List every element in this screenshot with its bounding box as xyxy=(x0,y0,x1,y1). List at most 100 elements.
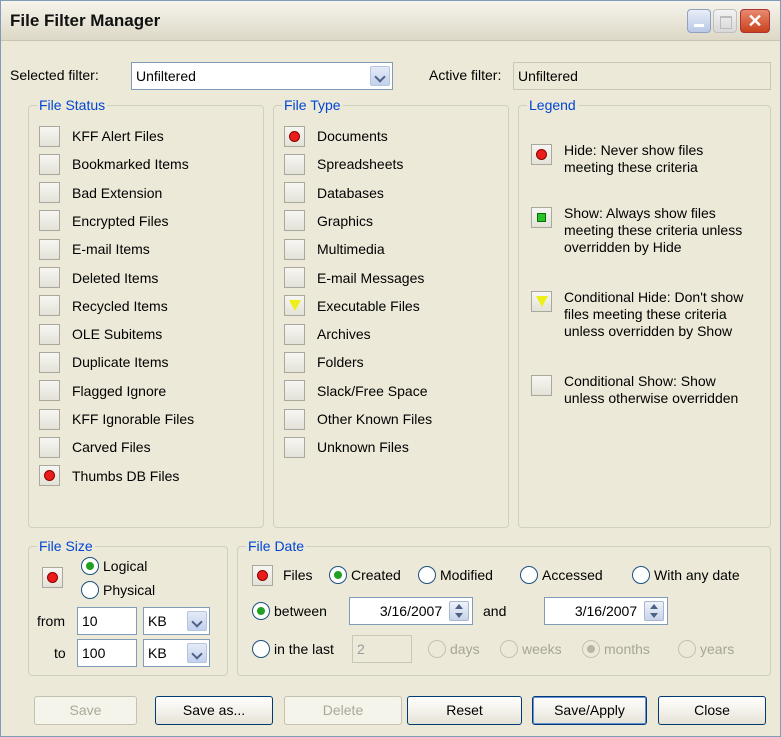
file-size-toggle[interactable] xyxy=(42,567,63,588)
file-status-item-bookmarked-items[interactable]: Bookmarked Items xyxy=(39,152,189,176)
selected-filter-dropdown[interactable]: Unfiltered xyxy=(131,62,393,90)
in-the-last-radio[interactable]: in the last xyxy=(252,640,334,658)
file-status-item-kff-alert-files[interactable]: KFF Alert Files xyxy=(39,124,164,148)
show-legend-icon xyxy=(531,207,552,228)
file-type-item-executable-files[interactable]: Executable Files xyxy=(284,294,420,318)
file-status-item-carved-files[interactable]: Carved Files xyxy=(39,435,151,459)
tri-state-toggle[interactable] xyxy=(284,182,305,204)
file-status-item-recycled-items[interactable]: Recycled Items xyxy=(39,294,168,318)
tri-state-toggle[interactable] xyxy=(284,267,305,288)
radio-selected-icon xyxy=(81,557,99,575)
tri-state-toggle[interactable] xyxy=(39,295,60,317)
days-radio[interactable]: days xyxy=(428,640,480,658)
file-status-item-flagged-ignore[interactable]: Flagged Ignore xyxy=(39,379,166,403)
chevron-down-icon[interactable] xyxy=(187,611,207,631)
any-date-radio[interactable]: With any date xyxy=(632,566,740,584)
weeks-radio[interactable]: weeks xyxy=(500,640,562,658)
active-filter-label: Active filter: xyxy=(429,67,502,83)
file-status-item-encrypted-files[interactable]: Encrypted Files xyxy=(39,209,168,233)
tri-state-toggle[interactable] xyxy=(284,153,305,175)
file-status-item-kff-ignorable-files[interactable]: KFF Ignorable Files xyxy=(39,407,194,431)
between-radio[interactable]: between xyxy=(252,602,327,620)
legend-line: Conditional Hide: Don't show xyxy=(564,289,744,305)
close-window-button[interactable]: ✕ xyxy=(740,9,770,33)
file-type-item-other-known-files[interactable]: Other Known Files xyxy=(284,407,432,431)
tri-state-toggle[interactable] xyxy=(284,380,305,402)
close-button[interactable]: Close xyxy=(658,696,766,725)
tri-state-toggle[interactable] xyxy=(284,436,305,458)
legend-title: Legend xyxy=(527,97,578,113)
created-radio[interactable]: Created xyxy=(329,566,401,584)
file-type-group: File Type Documents Spreadsheets Databases… xyxy=(273,97,509,528)
file-type-item-label: Folders xyxy=(317,354,364,371)
file-status-group: File Status KFF Alert Files Bookmarked It… xyxy=(28,97,264,528)
tri-state-toggle[interactable] xyxy=(284,125,305,147)
file-status-item-e-mail-items[interactable]: E-mail Items xyxy=(39,237,150,261)
save-button[interactable]: Save xyxy=(34,696,137,725)
maximize-button[interactable] xyxy=(713,9,737,33)
file-type-item-archives[interactable]: Archives xyxy=(284,322,371,346)
minimize-button[interactable] xyxy=(687,9,711,33)
file-type-item-multimedia[interactable]: Multimedia xyxy=(284,237,385,261)
size-from-input[interactable]: 10 xyxy=(77,607,137,635)
chevron-down-icon[interactable] xyxy=(187,643,207,663)
tri-state-toggle[interactable] xyxy=(284,238,305,260)
size-from-value: 10 xyxy=(82,613,98,629)
tri-state-toggle[interactable] xyxy=(39,267,60,288)
start-date-spinner-icon[interactable] xyxy=(449,601,469,621)
file-type-item-folders[interactable]: Folders xyxy=(284,350,364,374)
file-type-item-e-mail-messages[interactable]: E-mail Messages xyxy=(284,266,424,290)
tri-state-toggle[interactable] xyxy=(39,351,60,373)
tri-state-toggle[interactable] xyxy=(39,182,60,204)
reset-button[interactable]: Reset xyxy=(407,696,522,725)
radio-icon xyxy=(418,566,436,584)
file-status-item-thumbs-db-files[interactable]: Thumbs DB Files xyxy=(39,464,179,488)
file-type-item-slack-free-space[interactable]: Slack/Free Space xyxy=(284,379,428,403)
delete-button[interactable]: Delete xyxy=(284,696,402,725)
tri-state-toggle[interactable] xyxy=(39,436,60,458)
tri-state-toggle[interactable] xyxy=(284,408,305,430)
tri-state-toggle[interactable] xyxy=(39,210,60,232)
window-title: File Filter Manager xyxy=(10,11,161,30)
tri-state-toggle[interactable] xyxy=(284,323,305,345)
tri-state-toggle[interactable] xyxy=(284,351,305,373)
title-bar[interactable]: File Filter Manager ✕ xyxy=(1,1,780,41)
start-date-value: 3/16/2007 xyxy=(379,603,443,619)
file-date-toggle[interactable] xyxy=(252,565,273,586)
size-to-input[interactable]: 100 xyxy=(77,639,137,667)
tri-state-toggle[interactable] xyxy=(39,323,60,345)
end-date-spinner-icon[interactable] xyxy=(644,601,664,621)
tri-state-toggle[interactable] xyxy=(39,465,60,487)
physical-radio[interactable]: Physical xyxy=(81,581,155,599)
tri-state-toggle[interactable] xyxy=(39,153,60,175)
save-as-button[interactable]: Save as... xyxy=(155,696,273,725)
tri-state-toggle[interactable] xyxy=(39,380,60,402)
tri-state-toggle[interactable] xyxy=(39,408,60,430)
tri-state-toggle[interactable] xyxy=(284,210,305,232)
file-status-item-deleted-items[interactable]: Deleted Items xyxy=(39,266,158,290)
tri-state-toggle[interactable] xyxy=(39,125,60,147)
tri-state-toggle[interactable] xyxy=(39,238,60,260)
file-status-item-ole-subitems[interactable]: OLE Subitems xyxy=(39,322,162,346)
modified-radio[interactable]: Modified xyxy=(418,566,493,584)
file-type-item-databases[interactable]: Databases xyxy=(284,181,384,205)
save-apply-button[interactable]: Save/Apply xyxy=(532,696,647,725)
logical-radio[interactable]: Logical xyxy=(81,557,147,575)
file-status-item-label: KFF Ignorable Files xyxy=(72,411,195,427)
file-type-item-unknown-files[interactable]: Unknown Files xyxy=(284,435,409,459)
file-type-item-spreadsheets[interactable]: Spreadsheets xyxy=(284,152,403,176)
in-last-count-input[interactable]: 2 xyxy=(352,635,412,663)
file-type-item-graphics[interactable]: Graphics xyxy=(284,209,373,233)
file-type-title: File Type xyxy=(282,97,343,113)
years-radio[interactable]: years xyxy=(678,640,734,658)
radio-icon xyxy=(520,566,538,584)
tri-state-toggle[interactable] xyxy=(284,295,305,317)
file-status-item-bad-extension[interactable]: Bad Extension xyxy=(39,181,162,205)
file-status-item-duplicate-items[interactable]: Duplicate Items xyxy=(39,350,168,374)
months-radio[interactable]: months xyxy=(582,640,650,658)
accessed-label: Accessed xyxy=(542,567,603,583)
chevron-down-icon[interactable] xyxy=(370,66,390,86)
legend-line: files meeting these criteria xyxy=(564,306,727,322)
file-type-item-documents[interactable]: Documents xyxy=(284,124,388,148)
accessed-radio[interactable]: Accessed xyxy=(520,566,603,584)
